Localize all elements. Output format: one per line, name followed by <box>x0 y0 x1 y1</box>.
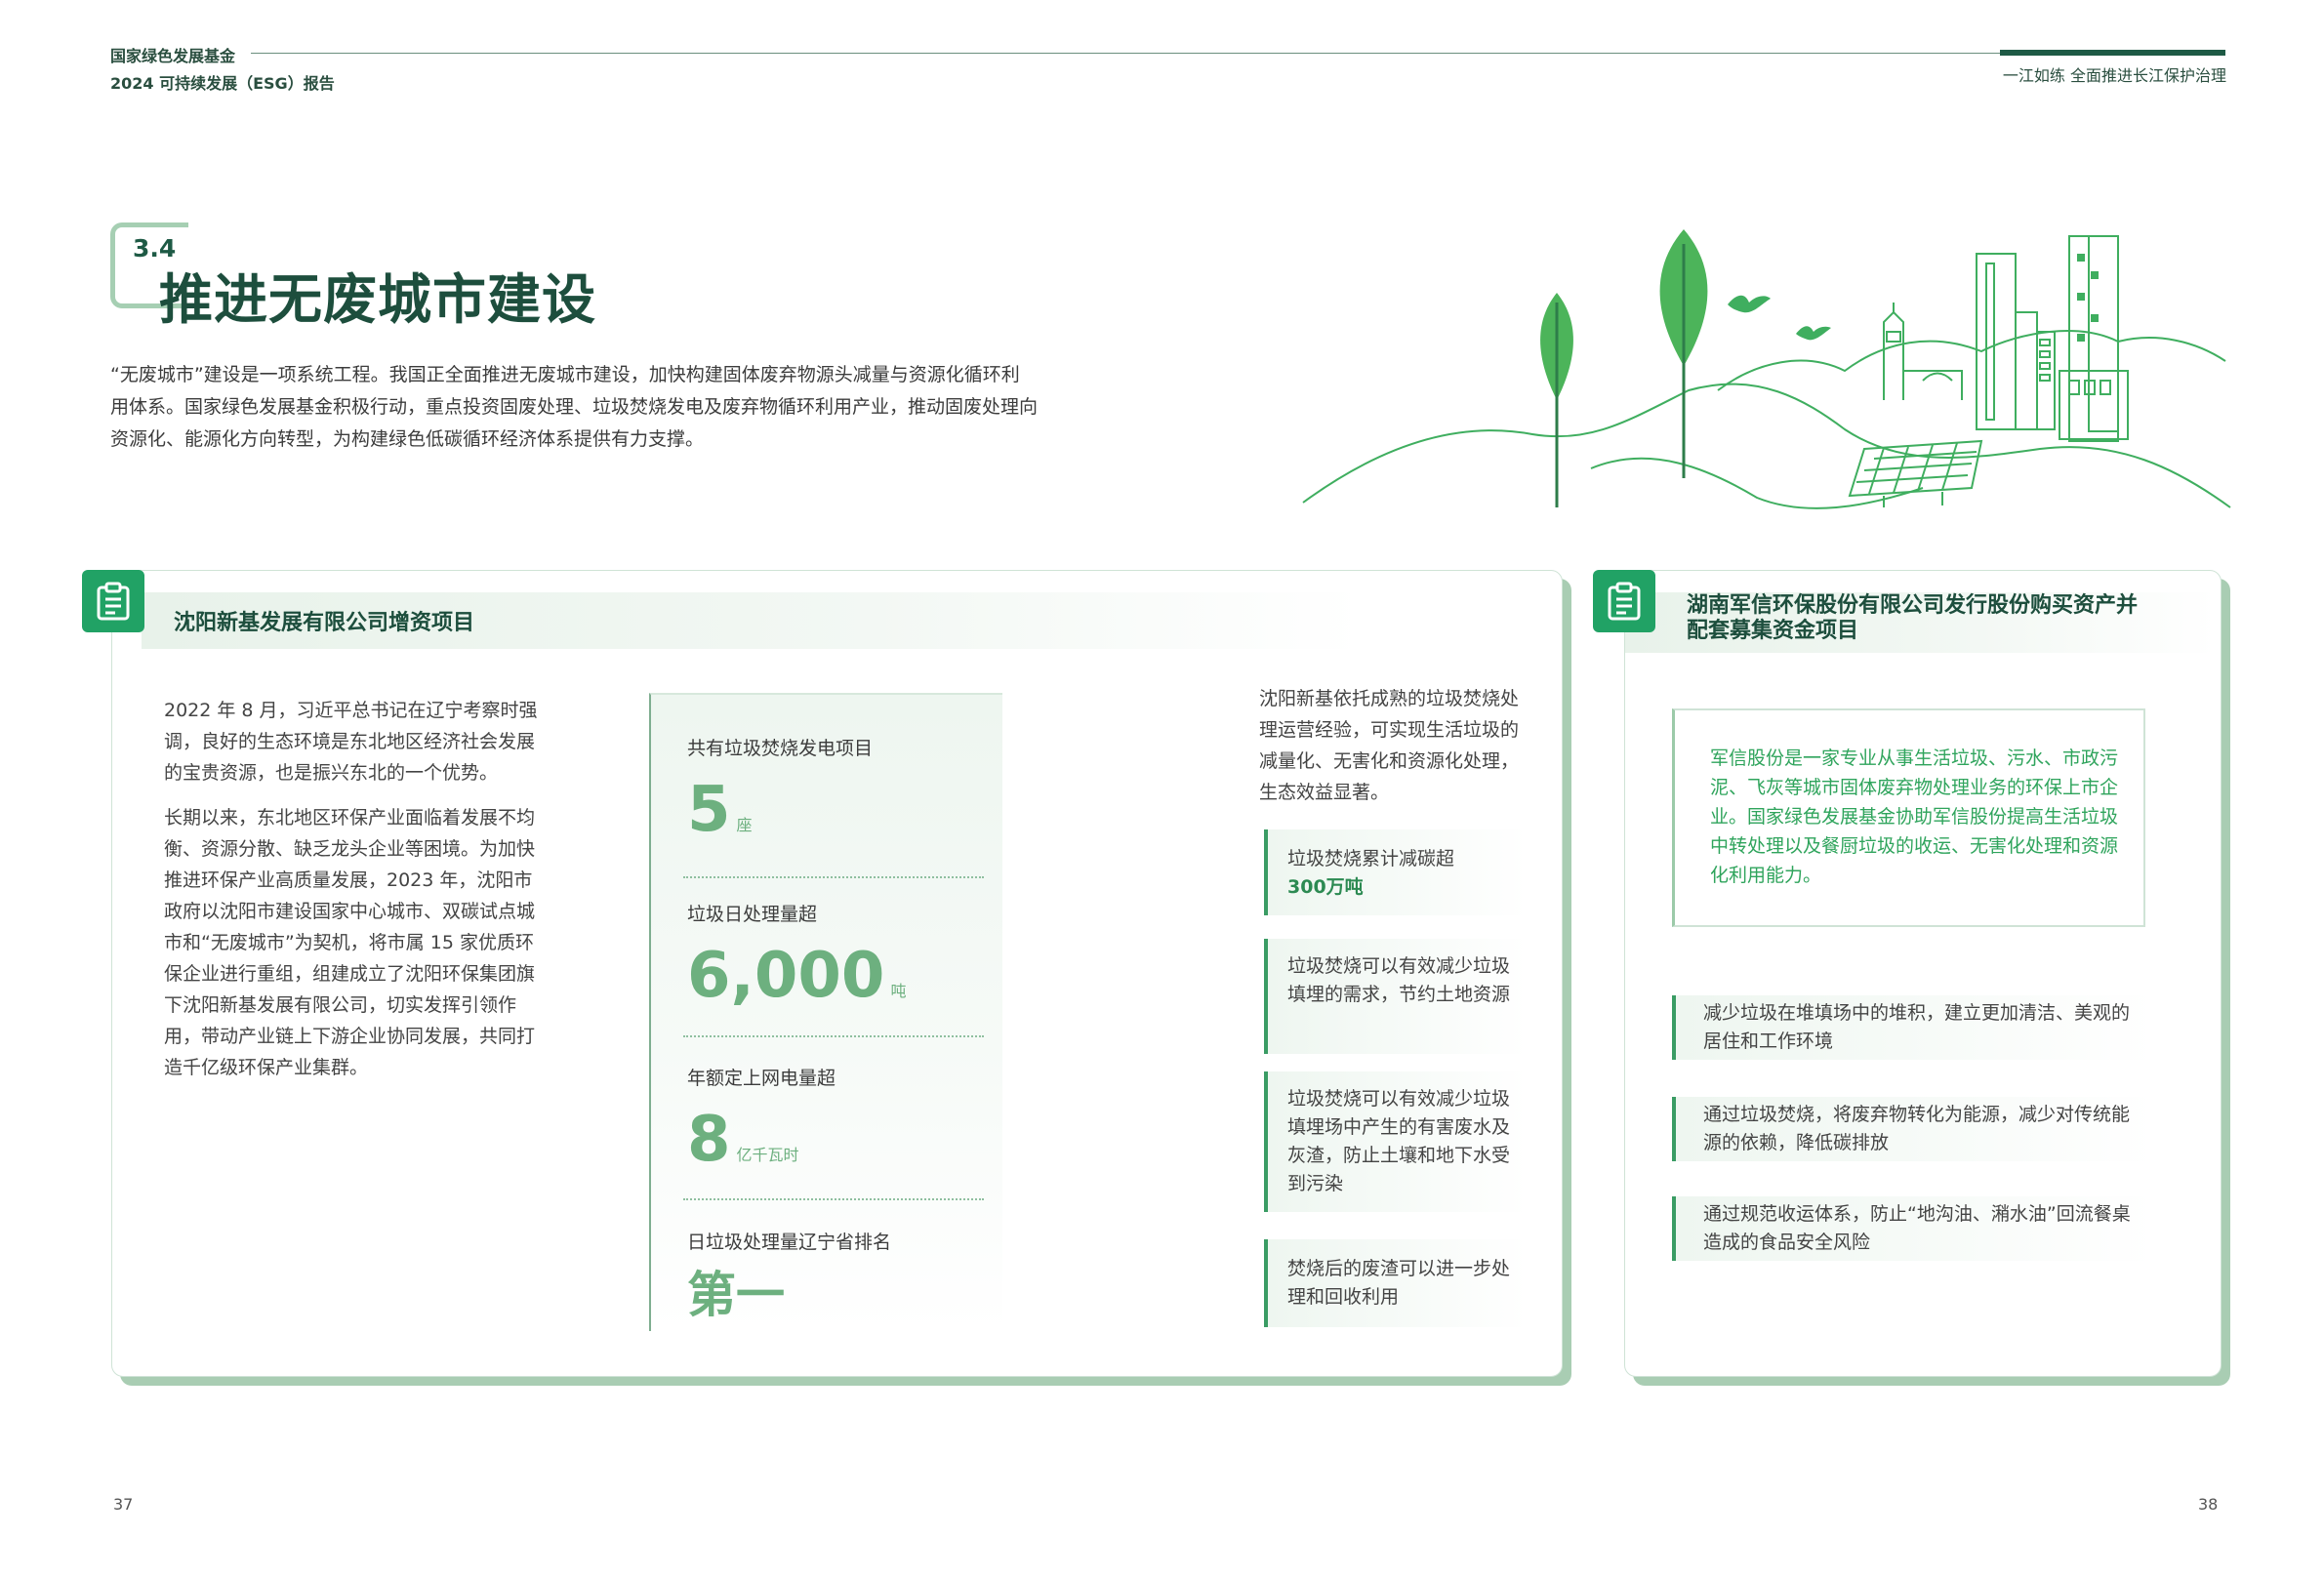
header-org-name: 国家绿色发展基金 <box>110 47 236 65</box>
stat-label: 垃圾日处理量超 <box>687 904 818 925</box>
stat-value: 6,000 <box>687 940 885 1012</box>
benefit-item: 垃圾焚烧累计减碳超 300万吨 <box>1264 829 1527 915</box>
benefit-text: 减少垃圾在堆填场中的堆积，建立更加清洁、美观的居住和工作环境 <box>1703 1002 2131 1052</box>
stat-value: 5 <box>687 774 731 846</box>
paragraph: 2022 年 8 月，习近平总书记在辽宁考察时强调，良好的生态环境是东北地区经济… <box>164 700 538 784</box>
benefit-item: 通过规范收运体系，防止“地沟油、潲水油”回流餐桌造成的食品安全风险 <box>1672 1196 2154 1261</box>
benefit-text: 垃圾焚烧可以有效减少垃圾填埋场中产生的有害废水及灰渣，防止土壤和地下水受到污染 <box>1287 1088 1511 1194</box>
benefit-item: 通过垃圾焚烧，将废弃物转化为能源，减少对传统能源的依赖，降低碳排放 <box>1672 1097 2154 1161</box>
page-number-right: 38 <box>2198 1495 2219 1514</box>
section-intro: “无废城市”建设是一项系统工程。我国正全面推进无废城市建设，加快构建固体废弃物源… <box>110 364 1039 450</box>
company-description-box: 军信股份是一家专业从事生活垃圾、污水、市政污泥、飞灰等城市固体废弃物处理业务的环… <box>1672 708 2145 927</box>
benefit-item: 垃圾焚烧可以有效减少垃圾填埋的需求，节约土地资源 <box>1264 939 1527 1054</box>
stat-label: 日垃圾处理量辽宁省排名 <box>687 1232 892 1253</box>
benefit-text: 垃圾焚烧累计减碳超 <box>1287 848 1455 869</box>
company-description: 军信股份是一家专业从事生活垃圾、污水、市政污泥、飞灰等城市固体废弃物处理业务的环… <box>1710 748 2119 886</box>
benefit-item: 减少垃圾在堆填场中的堆积，建立更加清洁、美观的居住和工作环境 <box>1672 995 2154 1060</box>
stat-divider <box>683 1198 984 1200</box>
right-card-title-line: 配套募集资金项目 <box>1687 619 1859 643</box>
paragraph: 长期以来，东北地区环保产业面临着发展不均衡、资源分散、缺乏龙头企业等困境。为加快… <box>164 807 536 1078</box>
header-accent-bar <box>2000 50 2225 56</box>
stat-value: 8 <box>687 1104 731 1176</box>
clipboard-icon <box>1593 570 1655 632</box>
benefit-highlight: 300万吨 <box>1287 876 1364 898</box>
stat-divider <box>683 876 984 878</box>
stat-value-group: 6,000 吨 <box>687 945 906 1007</box>
stat-unit: 吨 <box>890 982 907 1000</box>
stat-divider <box>683 1035 984 1037</box>
stat-label: 年额定上网电量超 <box>687 1068 836 1089</box>
section-title: 推进无废城市建设 <box>159 268 597 331</box>
stat-label: 共有垃圾焚烧发电项目 <box>687 738 874 759</box>
benefit-item: 垃圾焚烧可以有效减少垃圾填埋场中产生的有害废水及灰渣，防止土壤和地下水受到污染 <box>1264 1071 1527 1212</box>
benefit-text: 焚烧后的废渣可以进一步处理和回收利用 <box>1287 1258 1511 1308</box>
stat-value-group: 第一 <box>687 1271 785 1319</box>
stat-unit: 亿千瓦时 <box>736 1146 799 1164</box>
benefit-text: 通过规范收运体系，防止“地沟油、潲水油”回流餐桌造成的食品安全风险 <box>1703 1203 2131 1253</box>
left-card-text: 2022 年 8 月，习近平总书记在辽宁考察时强调，良好的生态环境是东北地区经济… <box>164 695 547 1097</box>
benefit-text: 垃圾焚烧可以有效减少垃圾填埋的需求，节约土地资源 <box>1287 955 1511 1005</box>
benefits-intro: 沈阳新基依托成熟的垃圾焚烧处理运营经验，可实现生活垃圾的减量化、无害化和资源化处… <box>1259 688 1520 803</box>
benefit-text: 通过垃圾焚烧，将废弃物转化为能源，减少对传统能源的依赖，降低碳排放 <box>1703 1104 2131 1153</box>
header-section-name: 一江如练 全面推进长江保护治理 <box>2002 66 2226 85</box>
page-number-left: 37 <box>113 1495 134 1514</box>
stat-value: 第一 <box>687 1267 785 1323</box>
header-divider <box>251 53 2225 54</box>
stat-value-group: 8 亿千瓦时 <box>687 1109 799 1171</box>
stat-unit: 座 <box>736 816 753 834</box>
header-report-name: 2024 可持续发展（ESG）报告 <box>110 74 335 93</box>
stat-value-group: 5座 <box>687 779 753 841</box>
right-card-title: 湖南军信环保股份有限公司发行股份购买资产并 配套募集资金项目 <box>1687 593 2138 644</box>
benefit-item: 焚烧后的废渣可以进一步处理和回收利用 <box>1264 1239 1527 1327</box>
left-card-title: 沈阳新基发展有限公司增资项目 <box>174 611 475 635</box>
right-card-title-line: 湖南军信环保股份有限公司发行股份购买资产并 <box>1687 593 2139 618</box>
clipboard-icon <box>82 570 144 632</box>
city-landscape-illustration <box>1302 229 2231 509</box>
